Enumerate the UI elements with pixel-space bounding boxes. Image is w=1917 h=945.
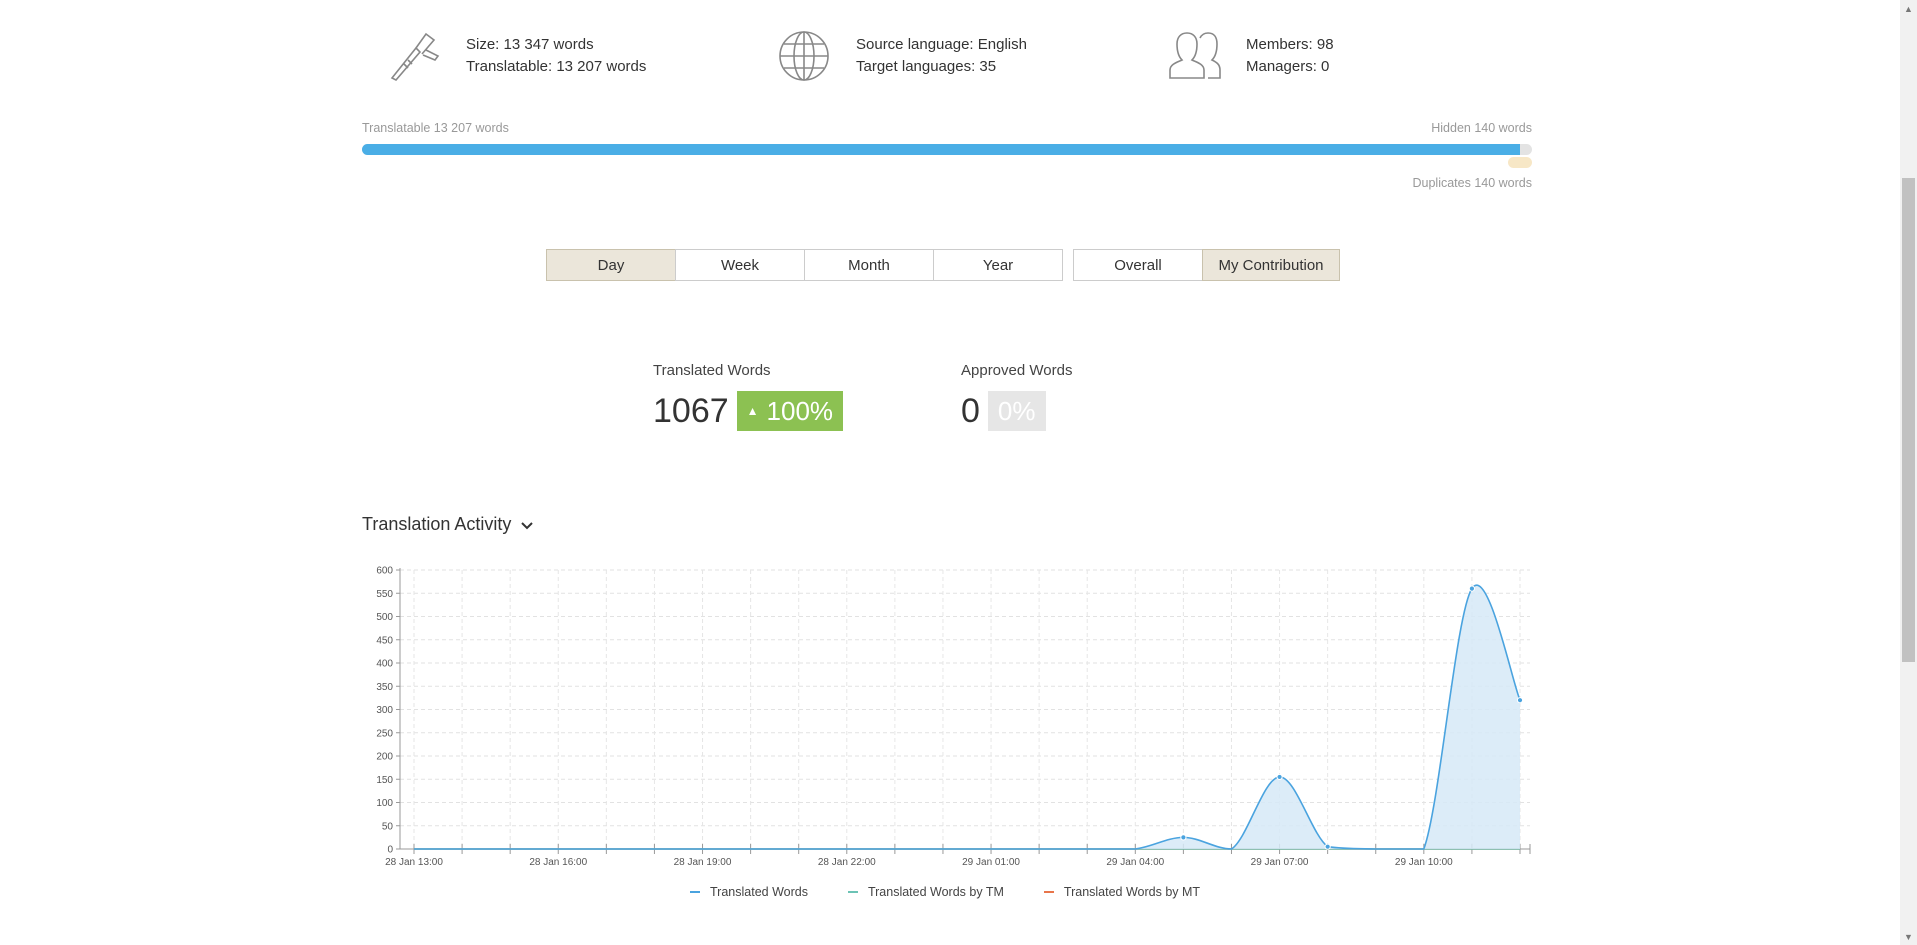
progress-fill bbox=[362, 144, 1520, 155]
legend-translated-words[interactable]: Translated Words bbox=[690, 885, 808, 899]
scroll-up-icon[interactable]: ▲ bbox=[1900, 0, 1917, 17]
year-button[interactable]: Year bbox=[933, 249, 1063, 281]
approved-change-value: 0% bbox=[997, 395, 1036, 426]
data-point bbox=[1276, 773, 1283, 781]
translated-change-value: 100% bbox=[766, 395, 834, 426]
data-point bbox=[1516, 697, 1524, 704]
size-text: Size: 13 347 words bbox=[466, 36, 594, 53]
x-tick-label: 29 Jan 04:00 bbox=[1106, 857, 1164, 868]
x-tick-label: 29 Jan 01:00 bbox=[962, 857, 1020, 868]
legend-swatch bbox=[690, 891, 700, 893]
translated-words-label: Translated Words bbox=[653, 362, 771, 379]
hidden-label: Hidden 140 words bbox=[1431, 121, 1532, 135]
stat-languages: Source language: English Target language… bbox=[776, 28, 1027, 84]
period-selector: Day Week Month Year bbox=[546, 249, 1063, 281]
chart-legend: Translated Words Translated Words by TM … bbox=[690, 885, 1240, 899]
legend-label: Translated Words by TM bbox=[867, 885, 1004, 899]
series-area-translated-words bbox=[414, 585, 1520, 849]
y-tick-label: 400 bbox=[376, 659, 393, 670]
up-arrow-icon: ▲ bbox=[746, 404, 759, 418]
approved-change-badge: 0% bbox=[987, 391, 1046, 431]
progress-bar bbox=[362, 144, 1532, 155]
translated-words-metric: Translated Words 1067 ▲ 100% bbox=[653, 362, 844, 431]
my-contribution-button[interactable]: My Contribution bbox=[1202, 249, 1340, 281]
source-language-text: Source language: English bbox=[856, 36, 1027, 53]
y-tick-label: 500 bbox=[376, 612, 393, 623]
scroll-thumb[interactable] bbox=[1902, 178, 1915, 662]
y-tick-label: 100 bbox=[376, 798, 393, 809]
y-tick-label: 0 bbox=[387, 845, 393, 856]
x-tick-label: 29 Jan 10:00 bbox=[1395, 857, 1453, 868]
translated-words-value: 1067 bbox=[653, 392, 729, 430]
y-tick-label: 450 bbox=[376, 635, 393, 646]
x-tick-label: 28 Jan 19:00 bbox=[674, 857, 732, 868]
month-button[interactable]: Month bbox=[804, 249, 934, 281]
legend-translated-by-tm[interactable]: Translated Words by TM bbox=[847, 885, 1004, 899]
legend-label: Translated Words bbox=[710, 885, 808, 899]
stat-size: Size: 13 347 words Translatable: 13 207 … bbox=[386, 28, 646, 84]
chevron-down-icon bbox=[521, 514, 534, 535]
approved-words-metric: Approved Words 0 0% bbox=[961, 362, 1072, 431]
translatable-text: Translatable: 13 207 words bbox=[466, 58, 647, 75]
x-tick-label: 29 Jan 07:00 bbox=[1251, 857, 1309, 868]
approved-words-value: 0 bbox=[961, 392, 980, 430]
legend-swatch bbox=[1043, 891, 1054, 893]
series-line-0 bbox=[413, 584, 1521, 850]
section-title: Translation Activity bbox=[362, 514, 512, 534]
y-tick-label: 300 bbox=[376, 705, 393, 716]
scope-selector: Overall My Contribution bbox=[1073, 249, 1340, 281]
data-point bbox=[1180, 834, 1187, 841]
y-tick-label: 550 bbox=[376, 589, 393, 600]
x-tick-label: 28 Jan 13:00 bbox=[385, 857, 443, 868]
x-tick-label: 28 Jan 16:00 bbox=[529, 857, 587, 868]
members-text: Members: 98 bbox=[1246, 36, 1334, 53]
y-tick-label: 600 bbox=[376, 566, 393, 577]
legend-swatch bbox=[847, 891, 858, 893]
data-point bbox=[1324, 843, 1331, 850]
caliper-icon bbox=[386, 28, 442, 84]
approved-words-label: Approved Words bbox=[961, 362, 1073, 379]
globe-icon bbox=[776, 28, 832, 84]
scroll-down-icon[interactable]: ▼ bbox=[1900, 928, 1917, 945]
duplicates-bar bbox=[1508, 157, 1532, 168]
users-icon bbox=[1166, 28, 1222, 84]
y-tick-label: 200 bbox=[376, 752, 393, 763]
y-tick-label: 250 bbox=[376, 728, 393, 739]
target-languages-text: Target languages: 35 bbox=[856, 58, 997, 75]
legend-label: Translated Words by MT bbox=[1063, 885, 1201, 899]
x-tick-label: 28 Jan 22:00 bbox=[818, 857, 876, 868]
day-button[interactable]: Day bbox=[546, 249, 676, 281]
translation-activity-toggle[interactable]: Translation Activity bbox=[362, 514, 534, 535]
y-tick-label: 50 bbox=[382, 821, 394, 832]
translated-change-badge: ▲ 100% bbox=[736, 391, 844, 431]
managers-text: Managers: 0 bbox=[1246, 58, 1330, 75]
stat-members: Members: 98 Managers: 0 bbox=[1166, 28, 1334, 84]
translation-activity-chart: 0 50 100 150 200 250 300 350 400 450 500 550 600 28 J… bbox=[376, 566, 1531, 868]
week-button[interactable]: Week bbox=[675, 249, 805, 281]
translatable-label: Translatable 13 207 words bbox=[362, 121, 509, 135]
page-scrollbar[interactable]: ▲ ▼ bbox=[1900, 0, 1917, 945]
y-tick-label: 150 bbox=[376, 775, 393, 786]
data-point bbox=[1468, 585, 1476, 592]
y-tick-label: 350 bbox=[376, 682, 393, 693]
legend-translated-by-mt[interactable]: Translated Words by MT bbox=[1043, 885, 1201, 899]
overall-button[interactable]: Overall bbox=[1073, 249, 1203, 281]
duplicates-label: Duplicates 140 words bbox=[1412, 176, 1532, 190]
